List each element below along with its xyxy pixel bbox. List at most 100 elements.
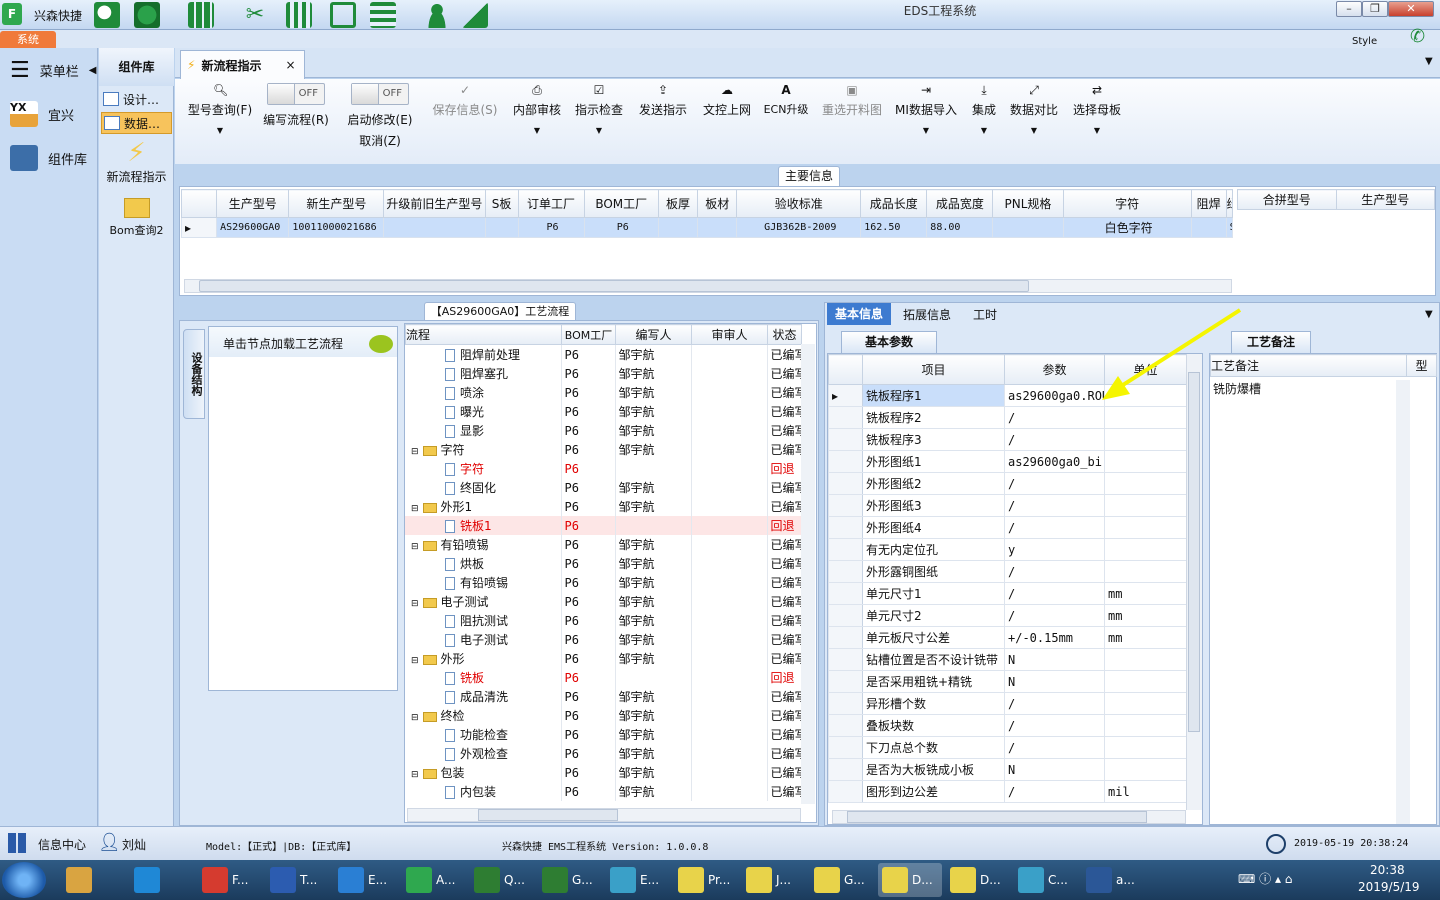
param-row[interactable]: 外形图纸4/ <box>828 516 1187 539</box>
off-toggle[interactable]: OFF <box>267 83 325 105</box>
tree-row[interactable]: 内包装P6邹宇航已编写 <box>405 782 802 801</box>
component-bom-query[interactable]: Bom查询2 <box>99 196 174 242</box>
chart-icon[interactable] <box>462 2 488 28</box>
reselect-layout-button[interactable]: ▣ 重选开料图 <box>819 83 885 153</box>
internal-review-button[interactable]: ⎙ 内部审核 ▼ <box>509 83 565 153</box>
list-icon[interactable] <box>370 2 396 28</box>
tree-row[interactable]: 阻抗测试P6邹宇航已编写 <box>405 611 802 630</box>
horizontal-scrollbar[interactable] <box>184 279 1232 293</box>
param-value[interactable]: N <box>1004 670 1105 693</box>
horizontal-scrollbar[interactable] <box>407 808 801 822</box>
tree-row[interactable]: ⊟字符P6邹宇航已编写 <box>405 440 802 459</box>
send-indicator-button[interactable]: ⇪ 发送指示 <box>635 83 691 153</box>
vertical-scrollbar[interactable] <box>1186 354 1202 810</box>
tree-node-label[interactable]: 阻焊前处理 <box>460 348 520 362</box>
collapse-icon[interactable]: ⊟ <box>411 713 419 723</box>
param-row[interactable]: 外形图纸1as29600ga0_bi... <box>828 450 1187 473</box>
system-menu[interactable]: 系统 <box>0 31 56 48</box>
taskbar-item[interactable]: F... <box>198 863 262 897</box>
minimize-button[interactable]: – <box>1336 1 1362 17</box>
column-header[interactable]: 订单工厂 <box>517 189 585 218</box>
nav-item-components[interactable]: 组件库 <box>0 136 97 180</box>
collapse-icon[interactable]: ⊟ <box>411 447 419 457</box>
dropdown-arrow-icon[interactable]: ▼ <box>967 126 1001 135</box>
dropdown-arrow-icon[interactable]: ▼ <box>571 126 627 135</box>
tab-close-icon[interactable]: × <box>285 58 295 72</box>
column-header[interactable]: BOM工厂 <box>583 189 659 218</box>
param-value[interactable]: / <box>1004 780 1105 803</box>
tree-node-label[interactable]: 内包装 <box>460 785 496 799</box>
column-header[interactable]: 项目 <box>862 354 1005 385</box>
param-row[interactable]: 铣板程序3/ <box>828 428 1187 451</box>
param-value[interactable]: / <box>1004 494 1105 517</box>
grid-icon[interactable] <box>188 2 214 28</box>
column-header[interactable]: 升级前旧生产型号 <box>383 189 486 218</box>
taskbar-item[interactable]: G... <box>810 863 874 897</box>
start-button[interactable] <box>2 862 46 898</box>
column-header[interactable]: 成品宽度 <box>926 189 994 218</box>
param-value[interactable]: +/-0.15mm <box>1004 626 1105 649</box>
indicator-check-button[interactable]: ☑ 指示检查 ▼ <box>571 83 627 153</box>
tree-node-label[interactable]: 电子测试 <box>460 633 508 647</box>
edit-flow-toggle[interactable]: OFF 编写流程(R) <box>259 83 333 153</box>
data-compare-button[interactable]: ⤢ 数据对比 ▼ <box>1007 83 1061 153</box>
tree-node-label[interactable]: 外观检查 <box>460 747 508 761</box>
tree-row[interactable]: 有铅喷锡P6邹宇航已编写 <box>405 573 802 592</box>
column-header[interactable]: 阻焊 <box>1190 189 1227 218</box>
param-value[interactable]: / <box>1004 582 1105 605</box>
tree-row[interactable]: 铣板1 P6 回退 <box>405 516 802 535</box>
tree-node-label[interactable]: 显影 <box>460 424 484 438</box>
ie-icon[interactable] <box>130 863 194 897</box>
param-value[interactable]: / <box>1004 560 1105 583</box>
column-header[interactable]: PNL规格 <box>992 189 1064 218</box>
tree-node-label[interactable]: 外形1 <box>441 500 473 514</box>
tab-basic-info[interactable]: 基本信息 <box>827 303 891 325</box>
save-info-button[interactable]: ✓ 保存信息(S) <box>429 83 501 153</box>
tree-node-label[interactable]: 电子测试 <box>441 595 489 609</box>
clock-date[interactable]: 2019/5/19 <box>1358 880 1420 894</box>
scroll-thumb[interactable] <box>847 811 1147 823</box>
column-header[interactable]: 生产型号 <box>216 189 290 218</box>
tree-node-label[interactable]: 铣板 <box>460 671 484 685</box>
param-row[interactable]: 钻槽位置是否不设计铣带 N <box>828 648 1187 671</box>
tree-node-label[interactable]: 曝光 <box>460 405 484 419</box>
search-icon[interactable] <box>94 2 120 28</box>
column-header[interactable]: 字符 <box>1062 189 1192 218</box>
detail-menu-icon[interactable]: ▼ <box>1425 309 1433 320</box>
collapse-icon[interactable]: ⊟ <box>411 504 419 514</box>
tree-row[interactable]: 电子测试P6邹宇航已编写 <box>405 630 802 649</box>
restore-button[interactable]: ❐ <box>1362 1 1388 17</box>
doc-upload-button[interactable]: ☁ 文控上网 <box>699 83 755 153</box>
tree-row[interactable]: 功能检查P6邹宇航已编写 <box>405 725 802 744</box>
tree-row[interactable]: 外观检查P6邹宇航已编写 <box>405 744 802 763</box>
tree-node-label[interactable]: 阻焊塞孔 <box>460 367 508 381</box>
tab-menu-icon[interactable]: ▼ <box>1425 56 1433 67</box>
tree-row[interactable]: 终固化P6邹宇航已编写 <box>405 478 802 497</box>
tree-node-label[interactable]: 字符 <box>460 462 484 476</box>
horizontal-scrollbar[interactable] <box>832 810 1186 824</box>
nav-item-yixing[interactable]: YX 宜兴 <box>0 92 97 136</box>
tree-node-label[interactable]: 字符 <box>441 443 465 457</box>
table-row[interactable]: ▸ AS29600GA0 10011000021686 P6 P6 GJB362… <box>180 217 1234 238</box>
dropdown-arrow-icon[interactable]: ▼ <box>1069 126 1125 135</box>
integrate-button[interactable]: ⤓ 集成 ▼ <box>967 83 1001 153</box>
column-header[interactable]: 合拼型号 <box>1237 189 1337 210</box>
tree-row[interactable]: ⊟包装P6邹宇航已编写 <box>405 763 802 782</box>
column-header[interactable]: 成品长度 <box>860 189 928 218</box>
vertical-scrollbar[interactable] <box>801 344 815 804</box>
tree-node-label[interactable]: 终检 <box>441 709 465 723</box>
param-value[interactable]: N <box>1004 758 1105 781</box>
tree-node-label[interactable]: 成品清洗 <box>460 690 508 704</box>
taskbar-item[interactable]: Q... <box>470 863 534 897</box>
tree-node-label[interactable]: 功能检查 <box>460 728 508 742</box>
taskbar-item[interactable]: C... <box>1014 863 1078 897</box>
taskbar-item[interactable]: G... <box>538 863 602 897</box>
taskbar-item[interactable]: E... <box>606 863 670 897</box>
user-icon[interactable] <box>424 2 450 28</box>
vertical-scrollbar[interactable] <box>1396 380 1410 824</box>
taskbar-item[interactable]: a... <box>1082 863 1146 897</box>
style-menu[interactable]: Style <box>1352 36 1377 47</box>
tree-node-label[interactable]: 有铅喷锡 <box>441 538 489 552</box>
column-header[interactable]: 绿 <box>1225 189 1234 218</box>
dropdown-arrow-icon[interactable]: ▼ <box>509 126 565 135</box>
